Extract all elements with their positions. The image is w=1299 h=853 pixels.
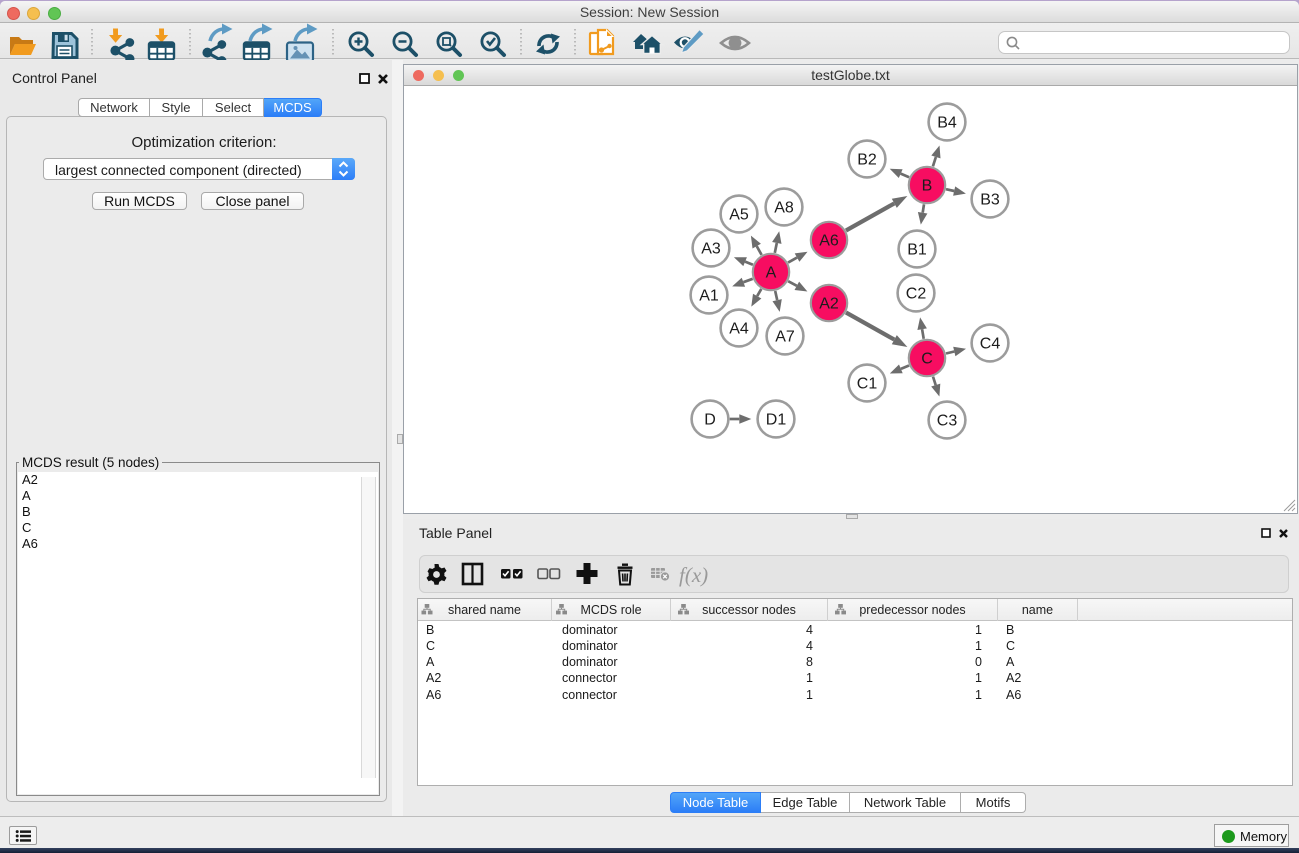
- svg-text:A6: A6: [819, 233, 839, 250]
- svg-text:A: A: [766, 265, 777, 282]
- svg-text:B2: B2: [857, 152, 877, 169]
- svg-text:A3: A3: [701, 241, 721, 258]
- svg-text:A5: A5: [729, 207, 749, 224]
- svg-text:C2: C2: [906, 286, 927, 303]
- svg-text:B4: B4: [937, 115, 957, 132]
- svg-text:A8: A8: [774, 200, 794, 217]
- svg-text:A1: A1: [699, 288, 719, 305]
- svg-text:C1: C1: [857, 376, 878, 393]
- svg-text:A4: A4: [729, 321, 749, 338]
- svg-text:C: C: [921, 351, 933, 368]
- svg-text:B: B: [922, 178, 933, 195]
- svg-text:A7: A7: [775, 329, 795, 346]
- svg-text:C4: C4: [980, 336, 1001, 353]
- svg-text:C3: C3: [937, 413, 958, 430]
- svg-text:D: D: [704, 412, 716, 429]
- svg-text:f(x): f(x): [679, 563, 708, 587]
- svg-text:D1: D1: [766, 412, 787, 429]
- svg-text:B1: B1: [907, 242, 927, 259]
- svg-text:A2: A2: [819, 296, 839, 313]
- svg-text:B3: B3: [980, 192, 1000, 209]
